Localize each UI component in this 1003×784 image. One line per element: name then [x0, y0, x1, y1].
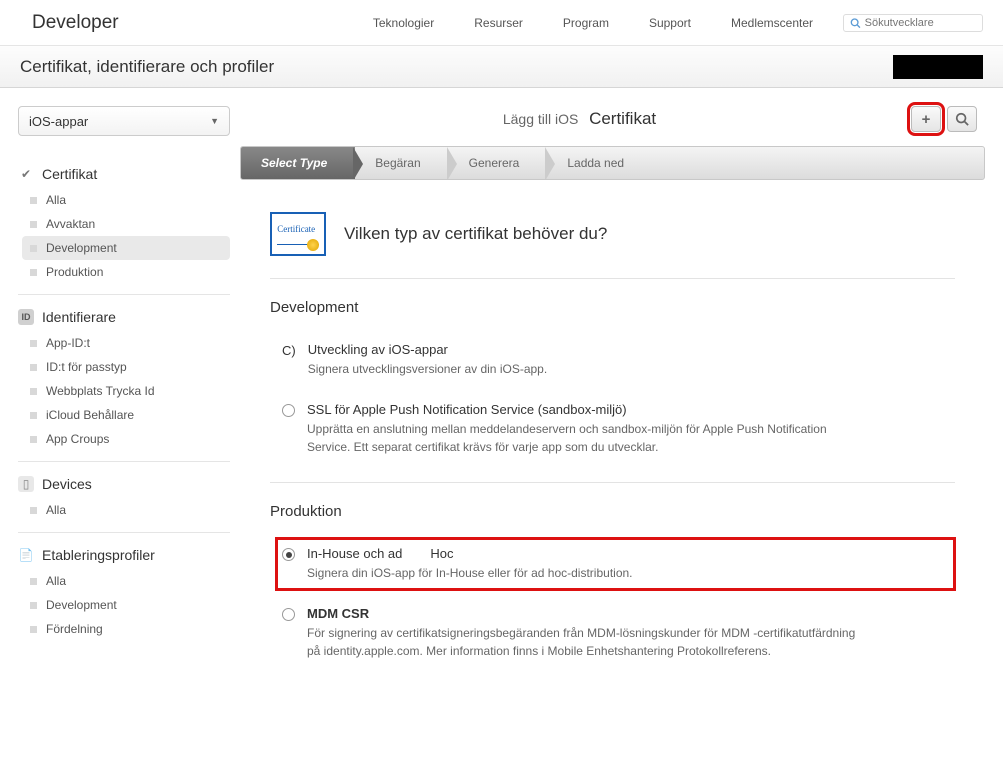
platform-dropdown-label: iOS-appar [29, 114, 88, 129]
developer-title[interactable]: Developer [32, 12, 119, 34]
checkmark-icon: ✔ [18, 166, 34, 182]
option-ios-app-development[interactable]: C) Utveckling av iOS-appar Signera utvec… [276, 334, 955, 386]
sidebar-items-identifierare: App-ID:t ID:t för passtyp Webbplats Tryc… [22, 331, 230, 451]
sidebar-item-webbplats[interactable]: Webbplats Trycka Id [22, 379, 230, 403]
sidebar-item-appid[interactable]: App-ID:t [22, 331, 230, 355]
nav-program[interactable]: Program [563, 16, 609, 30]
content-title-main: Certifikat [589, 109, 656, 128]
main: iOS-appar ✔ Certifikat Alla Avvaktan Dev… [0, 88, 1003, 696]
sidebar-item-passtyp[interactable]: ID:t för passtyp [22, 355, 230, 379]
page-subtitle: Certifikat, identifierare och profiler [20, 57, 274, 77]
divider [18, 532, 230, 533]
top-header: Developer Teknologier Resurser Program S… [0, 0, 1003, 46]
option-title-part: Hoc [430, 546, 453, 561]
content-actions: + [911, 106, 977, 132]
sidebar-item-profiler-development[interactable]: Development [22, 593, 230, 617]
option-title: Utveckling av iOS-appar [308, 342, 949, 357]
search-input[interactable] [865, 17, 976, 29]
sidebar-item-icloud[interactable]: iCloud Behållare [22, 403, 230, 427]
magnifier-icon [955, 112, 969, 126]
heading-question: Vilken typ av certifikat behöver du? [344, 224, 607, 244]
option-prefix: C) [282, 343, 296, 358]
wizard-step-begaran[interactable]: Begäran [355, 147, 448, 179]
divider [18, 294, 230, 295]
wizard-step-laddaned[interactable]: Ladda ned [547, 147, 652, 179]
nav-teknologier[interactable]: Teknologier [373, 16, 434, 30]
search-button[interactable] [947, 106, 977, 132]
sidebar-item-development[interactable]: Development [22, 236, 230, 260]
option-inhouse-adhoc[interactable]: In-House och ad Hoc Signera din iOS-app f… [276, 538, 955, 590]
nav-medlemscenter[interactable]: Medlemscenter [731, 16, 813, 30]
sidebar-items-certifikat: Alla Avvaktan Development Produktion [22, 188, 230, 284]
sidebar-section-identifierare[interactable]: ID Identifierare [18, 309, 230, 325]
sidebar-items-devices: Alla [22, 498, 230, 522]
option-desc: Signera din iOS-app för In-House eller f… [307, 564, 867, 582]
section-produktion: Produktion In-House och ad Hoc Signera di… [240, 483, 985, 668]
sidebar: iOS-appar ✔ Certifikat Alla Avvaktan Dev… [0, 88, 240, 671]
option-desc: För signering av certifikatsigneringsbeg… [307, 624, 867, 660]
nav-resurser[interactable]: Resurser [474, 16, 523, 30]
content: Lägg till iOS Certifikat + Select Type B… [240, 88, 1003, 696]
sidebar-section-certifikat[interactable]: ✔ Certifikat [18, 166, 230, 182]
heading-row: Certificate Vilken typ av certifikat beh… [240, 204, 985, 278]
sidebar-item-appgroups[interactable]: App Croups [22, 427, 230, 451]
search-icon [850, 17, 861, 29]
subtitle-bar: Certifikat, identifierare och profiler [0, 46, 1003, 88]
option-title: MDM CSR [307, 606, 949, 621]
wizard-step-select-type[interactable]: Select Type [241, 147, 355, 179]
certificate-icon: Certificate [270, 212, 326, 256]
account-dropdown[interactable] [893, 55, 983, 79]
sidebar-item-avvaktan[interactable]: Avvaktan [22, 212, 230, 236]
add-button[interactable]: + [911, 106, 941, 132]
sidebar-section-devices[interactable]: ▯ Devices [18, 476, 230, 492]
document-icon: 📄 [18, 547, 34, 563]
device-icon: ▯ [18, 476, 34, 492]
sidebar-item-profiler-fordelning[interactable]: Fördelning [22, 617, 230, 641]
id-badge-icon: ID [18, 309, 34, 325]
top-nav: Teknologier Resurser Program Support Med… [373, 16, 813, 30]
sidebar-item-profiler-alla[interactable]: Alla [22, 569, 230, 593]
search-box[interactable] [843, 14, 983, 32]
sidebar-section-label: Etableringsprofiler [42, 547, 155, 563]
option-title-part: In-House och ad [307, 546, 402, 561]
section-title-produktion: Produktion [270, 503, 955, 520]
wizard-steps: Select Type Begäran Generera Ladda ned [240, 146, 985, 180]
option-text: Utveckling av iOS-appar Signera utveckli… [308, 342, 949, 378]
option-title: SSL för Apple Push Notification Service … [307, 402, 949, 417]
sidebar-section-label: Identifierare [42, 309, 116, 325]
sidebar-item-alla[interactable]: Alla [22, 188, 230, 212]
option-text: In-House och ad Hoc Signera din iOS-app f… [307, 546, 895, 582]
option-desc: Upprätta en anslutning mellan meddelande… [307, 420, 867, 456]
platform-dropdown[interactable]: iOS-appar [18, 106, 230, 136]
content-title-prefix: Lägg till iOS [503, 111, 578, 127]
radio-icon[interactable] [282, 608, 295, 621]
section-development: Development C) Utveckling av iOS-appar S… [240, 279, 985, 464]
sidebar-section-label: Devices [42, 476, 92, 492]
divider [18, 461, 230, 462]
option-apns-ssl-sandbox[interactable]: SSL för Apple Push Notification Service … [276, 394, 955, 464]
radio-icon[interactable] [282, 404, 295, 417]
sidebar-item-produktion[interactable]: Produktion [22, 260, 230, 284]
wizard-step-generera[interactable]: Generera [449, 147, 548, 179]
sidebar-section-label: Certifikat [42, 166, 97, 182]
option-text: MDM CSR För signering av certifikatsigne… [307, 606, 949, 660]
seal-icon [307, 239, 319, 251]
sidebar-item-devices-alla[interactable]: Alla [22, 498, 230, 522]
option-text: SSL för Apple Push Notification Service … [307, 402, 949, 456]
content-title: Lägg till iOS Certifikat [248, 109, 911, 129]
option-title: In-House och ad Hoc [307, 546, 895, 561]
section-title-development: Development [270, 299, 955, 316]
radio-icon[interactable] [282, 548, 295, 561]
sidebar-items-profiler: Alla Development Fördelning [22, 569, 230, 641]
option-desc: Signera utvecklingsversioner av din iOS-… [308, 360, 868, 378]
option-mdm-csr[interactable]: MDM CSR För signering av certifikatsigne… [276, 598, 955, 668]
content-title-row: Lägg till iOS Certifikat + [240, 88, 985, 146]
sidebar-section-profiler[interactable]: 📄 Etableringsprofiler [18, 547, 230, 563]
nav-support[interactable]: Support [649, 16, 691, 30]
